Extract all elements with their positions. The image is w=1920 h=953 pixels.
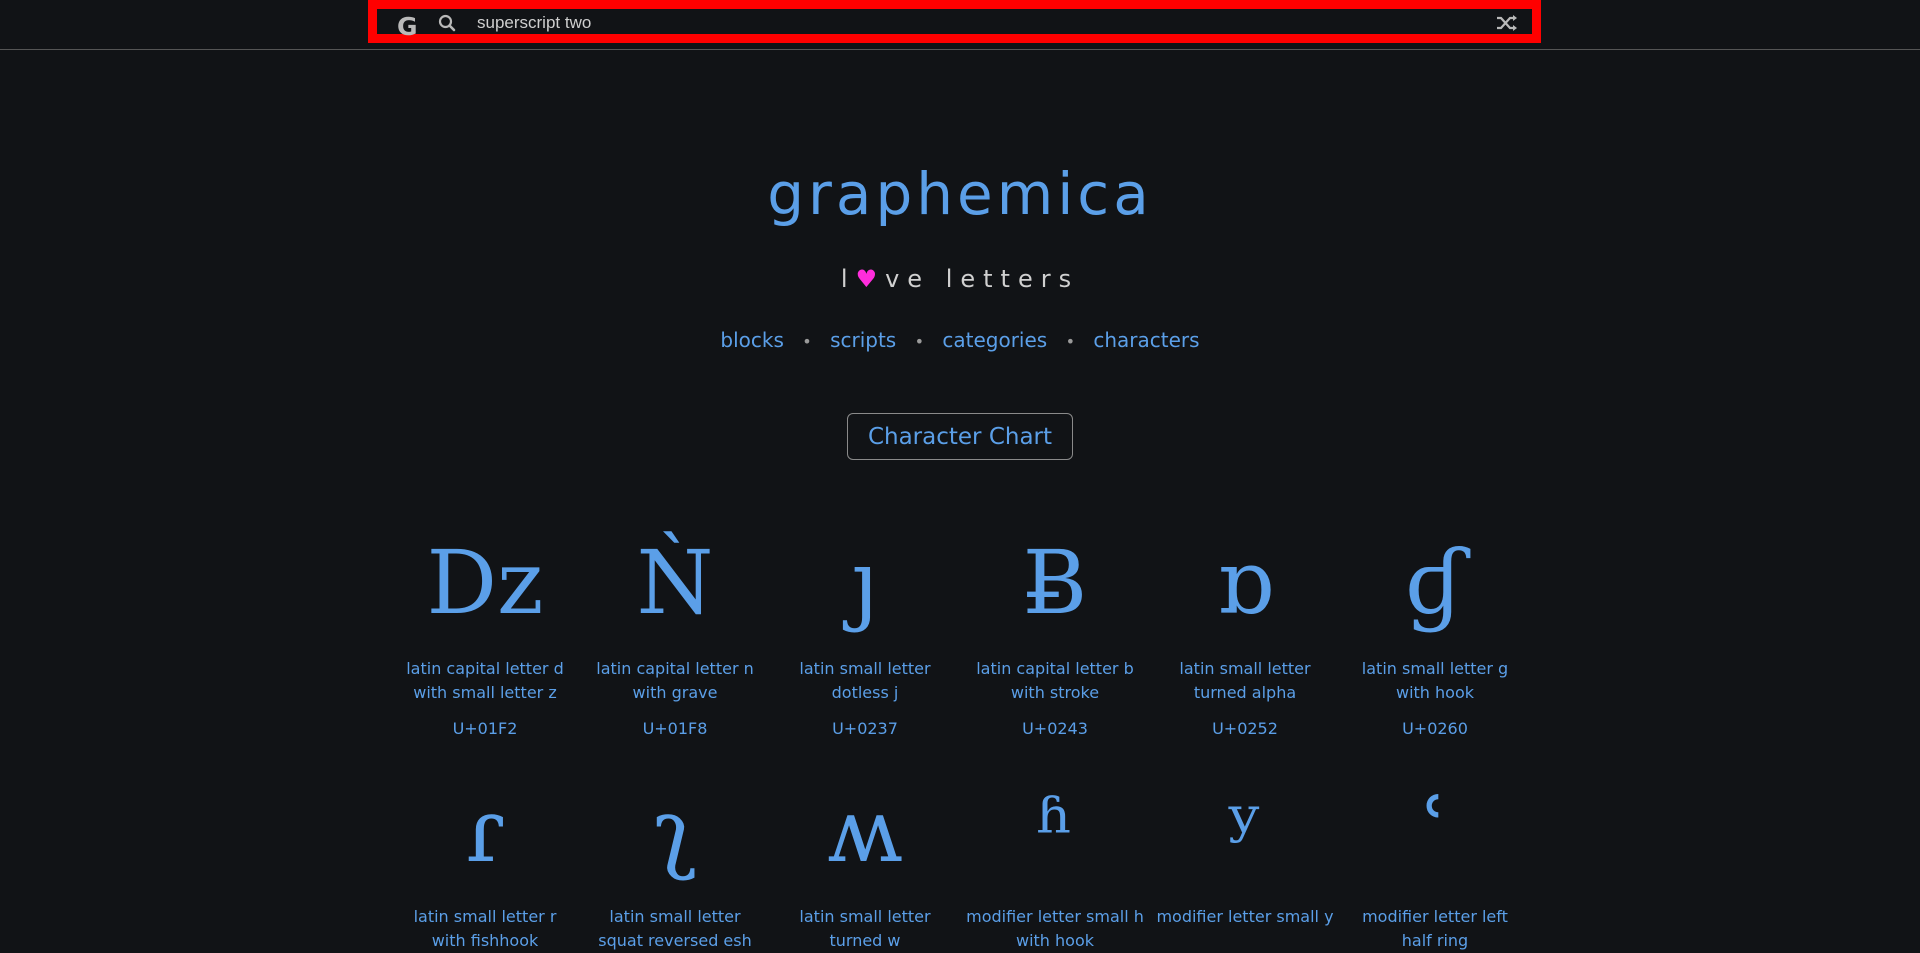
character-glyph: ʅ bbox=[653, 779, 697, 882]
graphemica-logo[interactable]: G bbox=[397, 12, 418, 41]
character-card[interactable]: ɾ latin small letter r with fishhook bbox=[390, 768, 580, 953]
character-chart-button[interactable]: Character Chart bbox=[847, 413, 1073, 460]
heart-icon: ♥ bbox=[855, 265, 886, 293]
character-name: latin small letter dotless j bbox=[799, 659, 931, 702]
tagline-prefix: l bbox=[840, 265, 856, 293]
nav-characters[interactable]: characters bbox=[1093, 328, 1199, 352]
character-name: latin capital letter n with grave bbox=[596, 659, 754, 702]
character-name: latin capital letter d with small letter… bbox=[406, 659, 564, 702]
nav-blocks[interactable]: blocks bbox=[720, 328, 784, 352]
character-name: latin small letter r with fishhook bbox=[413, 907, 557, 950]
character-code: U+01F8 bbox=[642, 719, 708, 738]
character-card[interactable]: ȷ latin small letter dotless j U+0237 bbox=[770, 520, 960, 738]
nav-scripts[interactable]: scripts bbox=[830, 328, 896, 352]
character-card[interactable]: ɠ latin small letter g with hook U+0260 bbox=[1340, 520, 1530, 738]
character-name: modifier letter small h with hook bbox=[966, 907, 1144, 950]
character-glyph: ʍ bbox=[827, 779, 903, 882]
character-name: latin small letter turned w bbox=[799, 907, 931, 950]
site-title: graphemica bbox=[767, 160, 1153, 228]
character-code: U+0260 bbox=[1402, 719, 1468, 738]
character-card[interactable]: ǲ latin capital letter d with small lett… bbox=[390, 520, 580, 738]
character-code: U+01F2 bbox=[452, 719, 518, 738]
character-glyph: ɒ bbox=[1216, 531, 1274, 634]
character-name: latin capital letter b with stroke bbox=[976, 659, 1134, 702]
search-bar: G bbox=[368, 0, 1541, 43]
character-glyph: ɾ bbox=[465, 779, 505, 882]
tagline-suffix: ve letters bbox=[885, 265, 1080, 293]
character-glyph: ʸ bbox=[1226, 779, 1264, 882]
nav-separator: • bbox=[802, 332, 812, 351]
nav-separator: • bbox=[1065, 332, 1076, 351]
character-name: latin small letter g with hook bbox=[1361, 659, 1509, 702]
top-bar: G bbox=[0, 0, 1920, 50]
character-glyph: ʿ bbox=[1421, 779, 1449, 882]
character-name: latin small letter squat reversed esh bbox=[598, 907, 752, 950]
character-glyph: ɠ bbox=[1404, 531, 1466, 634]
character-card[interactable]: ʱ modifier letter small h with hook bbox=[960, 768, 1150, 953]
character-glyph: Ƀ bbox=[1022, 531, 1088, 634]
character-glyph: ʱ bbox=[1036, 779, 1074, 882]
character-name: latin small letter turned alpha bbox=[1179, 659, 1311, 702]
character-card[interactable]: ʿ modifier letter left half ring bbox=[1340, 768, 1530, 953]
character-code: U+0237 bbox=[832, 719, 898, 738]
character-code: U+0243 bbox=[1022, 719, 1088, 738]
search-icon bbox=[438, 14, 456, 32]
character-name: modifier letter left half ring bbox=[1362, 907, 1508, 950]
tagline: l♥ve letters bbox=[0, 265, 1920, 293]
search-input[interactable] bbox=[477, 12, 1377, 34]
main-nav: blocks • scripts • categories • characte… bbox=[0, 328, 1920, 352]
character-glyph: ǲ bbox=[426, 531, 544, 634]
character-card[interactable]: Ǹ latin capital letter n with grave U+01… bbox=[580, 520, 770, 738]
character-card[interactable]: Ƀ latin capital letter b with stroke U+0… bbox=[960, 520, 1150, 738]
character-card[interactable]: ʅ latin small letter squat reversed esh bbox=[580, 768, 770, 953]
character-card[interactable]: ʸ modifier letter small y bbox=[1150, 768, 1340, 929]
nav-separator: • bbox=[914, 332, 925, 351]
character-code: U+0252 bbox=[1212, 719, 1278, 738]
character-name: modifier letter small y bbox=[1156, 907, 1334, 926]
character-card[interactable]: ɒ latin small letter turned alpha U+0252 bbox=[1150, 520, 1340, 738]
character-glyph: Ǹ bbox=[636, 531, 714, 634]
character-glyph: ȷ bbox=[851, 531, 879, 634]
shuffle-icon[interactable] bbox=[1496, 14, 1518, 32]
character-card[interactable]: ʍ latin small letter turned w bbox=[770, 768, 960, 953]
nav-categories[interactable]: categories bbox=[942, 328, 1047, 352]
